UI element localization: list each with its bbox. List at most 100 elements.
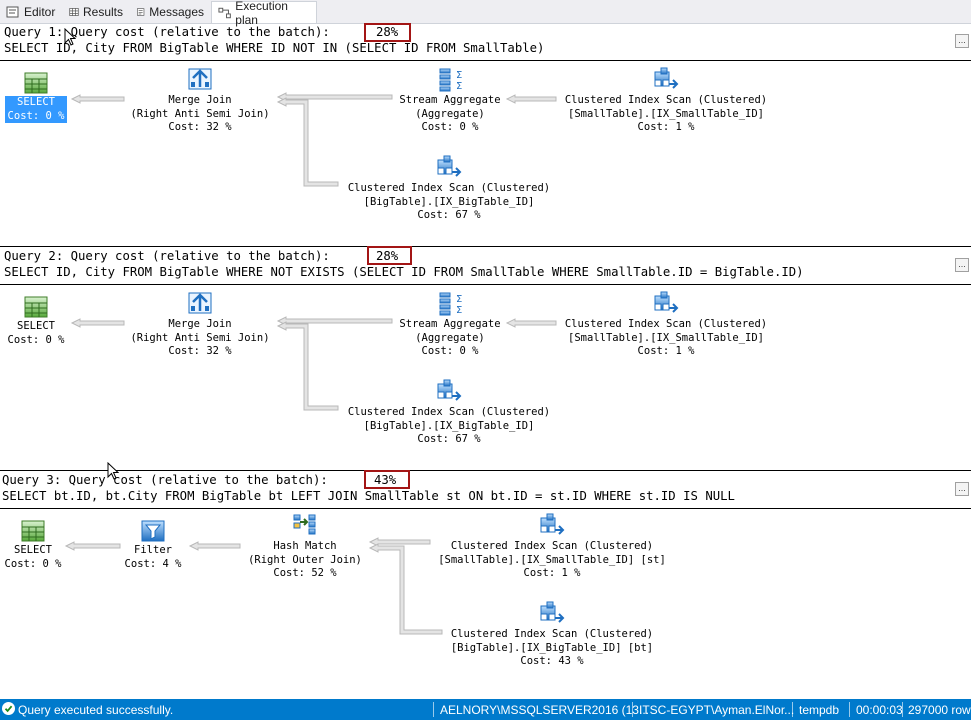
query-2-select-cost: Cost: 0 % <box>7 333 65 346</box>
query-3-filter-cost: Cost: 4 % <box>124 557 182 570</box>
query-1-merge-join-name: Merge Join <box>168 94 232 106</box>
query-2-merge-join-name: Merge Join <box>168 318 232 330</box>
query-1-big-scan-node[interactable]: Clustered Index Scan (Clustered) [BigTab… <box>338 154 560 223</box>
svg-text:Σ: Σ <box>456 305 462 316</box>
tab-editor-label: Editor <box>24 5 56 19</box>
tab-messages[interactable]: Messages <box>130 2 210 22</box>
success-check-icon <box>2 702 15 715</box>
status-server: AELNORY\MSSQLSERVER2016 (13... <box>440 703 649 717</box>
query-2-merge-join-cost: Cost: 32 % <box>168 345 232 358</box>
query-1-small-scan-node[interactable]: Clustered Index Scan (Clustered) [SmallT… <box>556 66 776 135</box>
query-1-small-scan-detail: [SmallTable].[IX_SmallTable_ID] <box>568 107 764 120</box>
query-3-filter-name: Filter <box>134 544 172 556</box>
clustered-index-scan-icon <box>540 513 565 535</box>
query-2-cost-highlight <box>367 246 412 265</box>
query-3-small-scan-detail: [SmallTable].[IX_SmallTable_ID] [st] <box>438 553 666 566</box>
messages-icon <box>136 8 145 16</box>
query-1-stream-aggregate-node[interactable]: ΣΣ Stream Aggregate (Aggregate) Cost: 0 … <box>380 66 520 135</box>
select-result-icon <box>24 296 48 318</box>
status-divider <box>632 702 633 717</box>
select-result-icon <box>21 520 45 542</box>
clustered-index-scan-icon <box>437 155 462 177</box>
query-3-big-scan-detail: [BigTable].[IX_BigTable_ID] [bt] <box>450 641 654 654</box>
query-2-merge-join-node[interactable]: Merge Join (Right Anti Semi Join) Cost: … <box>120 290 280 359</box>
stream-aggregate-icon: ΣΣ <box>439 68 462 92</box>
query-3-small-scan-cost: Cost: 1 % <box>523 567 581 580</box>
query-2-merge-join-detail: (Right Anti Semi Join) <box>130 331 270 344</box>
query-3-hash-match-name: Hash Match <box>273 540 337 552</box>
query-3-select-name: SELECT <box>14 544 52 556</box>
query-1-missing-index-button[interactable]: ... <box>955 34 969 48</box>
query-1-stream-aggregate-name: Stream Aggregate <box>399 94 501 106</box>
query-1-big-scan-detail: [BigTable].[IX_BigTable_ID] <box>363 195 535 208</box>
query-3-select-cost: Cost: 0 % <box>4 557 62 570</box>
query-1-title: Query 1: Query cost (relative to the bat… <box>4 25 330 39</box>
query-2-stream-aggregate-name: Stream Aggregate <box>399 318 501 330</box>
query-1-small-scan-cost: Cost: 1 % <box>637 121 695 134</box>
status-divider <box>849 702 850 717</box>
query-2-stream-aggregate-detail: (Aggregate) <box>415 331 485 344</box>
query-1-select-node[interactable]: SELECT Cost: 0 % <box>2 72 70 124</box>
query-1-stream-aggregate-detail: (Aggregate) <box>415 107 485 120</box>
query-3-small-scan-node[interactable]: Clustered Index Scan (Clustered) [SmallT… <box>430 512 674 581</box>
query-2-big-scan-name: Clustered Index Scan (Clustered) <box>347 406 551 418</box>
result-tabs: Editor Results Messages Execution plan <box>0 0 971 27</box>
query-3-big-scan-node[interactable]: Clustered Index Scan (Clustered) [BigTab… <box>442 600 662 669</box>
clustered-index-scan-icon <box>654 291 679 313</box>
query-2-sql: SELECT ID, City FROM BigTable WHERE NOT … <box>4 265 804 279</box>
query-1-big-scan-name: Clustered Index Scan (Clustered) <box>347 182 551 194</box>
query-2-big-scan-detail: [BigTable].[IX_BigTable_ID] <box>363 419 535 432</box>
query-3-big-scan-cost: Cost: 43 % <box>520 655 584 668</box>
query-1-merge-join-detail: (Right Anti Semi Join) <box>130 107 270 120</box>
svg-text:Σ: Σ <box>456 81 462 92</box>
query-1-big-scan-cost: Cost: 67 % <box>417 209 481 222</box>
tab-messages-label: Messages <box>149 5 204 19</box>
query-3-sql: SELECT bt.ID, bt.City FROM BigTable bt L… <box>2 489 735 503</box>
tab-results[interactable]: Results <box>63 2 129 22</box>
query-1-select-label: SELECT Cost: 0 % <box>4 96 68 124</box>
status-user: ITSC-EGYPT\Ayman.ElNor... <box>639 703 795 717</box>
query-2-small-scan-node[interactable]: Clustered Index Scan (Clustered) [SmallT… <box>556 290 776 359</box>
grid-icon <box>69 8 79 16</box>
query-3-hash-match-node[interactable]: Hash Match (Right Outer Join) Cost: 52 % <box>240 512 370 581</box>
tab-results-label: Results <box>82 5 123 19</box>
status-database: tempdb <box>799 703 840 717</box>
query-2-big-scan-node[interactable]: Clustered Index Scan (Clustered) [BigTab… <box>338 378 560 447</box>
mouse-cursor-icon <box>107 462 119 480</box>
query-1-small-scan-name: Clustered Index Scan (Clustered) <box>564 94 768 106</box>
query-2-stream-aggregate-node[interactable]: ΣΣ Stream Aggregate (Aggregate) Cost: 0 … <box>380 290 520 359</box>
clustered-index-scan-icon <box>540 601 565 623</box>
query-1-merge-join-node[interactable]: Merge Join (Right Anti Semi Join) Cost: … <box>120 66 280 135</box>
svg-text:Σ: Σ <box>456 70 462 81</box>
query-1-merge-join-cost: Cost: 32 % <box>168 121 232 134</box>
query-1-stream-aggregate-cost: Cost: 0 % <box>421 121 479 134</box>
select-result-icon <box>24 72 48 94</box>
query-3-filter-node[interactable]: Filter Cost: 4 % <box>118 520 188 571</box>
query-2-missing-index-button[interactable]: ... <box>955 258 969 272</box>
query-2-small-scan-detail: [SmallTable].[IX_SmallTable_ID] <box>568 331 764 344</box>
query-1-cost-highlight <box>364 23 411 42</box>
query-3-top-separator <box>0 470 971 471</box>
tab-editor[interactable]: Editor <box>0 2 62 22</box>
query-3-small-scan-name: Clustered Index Scan (Clustered) <box>450 540 654 552</box>
query-2-small-scan-cost: Cost: 1 % <box>637 345 695 358</box>
execution-plan-area[interactable]: Query 1: Query cost (relative to the bat… <box>0 23 971 700</box>
query-3-missing-index-button[interactable]: ... <box>955 482 969 496</box>
editor-icon <box>6 6 19 18</box>
status-divider <box>902 702 903 717</box>
query-3-select-node[interactable]: SELECT Cost: 0 % <box>2 520 64 571</box>
status-elapsed: 00:00:03 <box>856 703 903 717</box>
plan-icon <box>218 7 231 18</box>
clustered-index-scan-icon <box>437 379 462 401</box>
tab-execution-plan[interactable]: Execution plan <box>211 0 317 27</box>
svg-text:Σ: Σ <box>456 294 462 305</box>
query-2-select-node[interactable]: SELECT Cost: 0 % <box>2 296 70 347</box>
merge-join-icon <box>188 68 212 90</box>
tab-execution-plan-label: Execution plan <box>235 0 288 27</box>
query-2-title: Query 2: Query cost (relative to the bat… <box>4 249 330 263</box>
status-divider <box>433 702 434 717</box>
query-3-header: Query 3: Query cost (relative to the bat… <box>0 472 971 510</box>
query-2-select-name: SELECT <box>17 320 55 332</box>
status-rows: 297000 rows <box>908 703 971 717</box>
query-2-big-scan-cost: Cost: 67 % <box>417 433 481 446</box>
